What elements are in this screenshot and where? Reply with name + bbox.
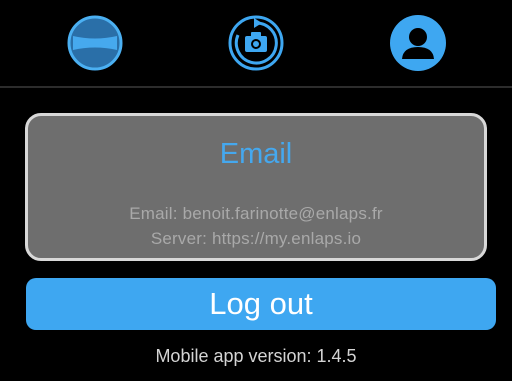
camera-rotate-icon xyxy=(228,15,284,71)
server-text: Server: https://my.enlaps.io xyxy=(150,229,362,248)
header-divider xyxy=(0,86,512,88)
nav-camera-button[interactable] xyxy=(226,13,286,73)
nav-panorama-button[interactable] xyxy=(65,13,125,73)
card-title: Email xyxy=(219,138,293,170)
app-version-text: Mobile app version: 1.4.5 xyxy=(155,346,357,366)
user-account-icon xyxy=(390,15,446,71)
panorama-icon xyxy=(67,15,123,71)
logout-button[interactable]: Log out xyxy=(26,278,496,330)
email-text: Email: benoit.farinotte@enlaps.fr xyxy=(129,204,383,223)
top-navigation-bar xyxy=(0,0,512,86)
nav-account-button[interactable] xyxy=(388,13,448,73)
account-info-card: Email Email: benoit.farinotte@enlaps.fr … xyxy=(25,113,487,261)
